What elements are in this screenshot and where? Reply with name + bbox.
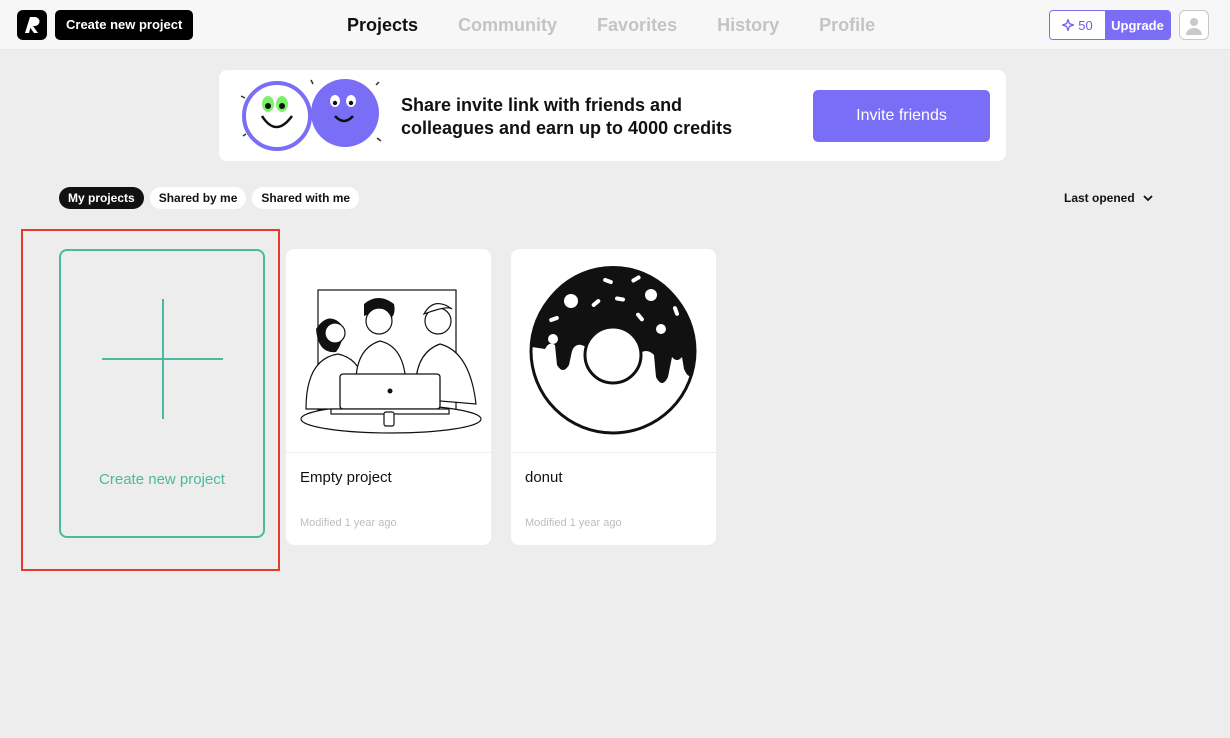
project-card[interactable]: donut Modified 1 year ago bbox=[511, 249, 716, 545]
project-modified: Modified 1 year ago bbox=[525, 517, 622, 529]
filter-shared-by-me[interactable]: Shared by me bbox=[149, 187, 247, 209]
nav-community[interactable]: Community bbox=[458, 14, 557, 36]
nav-projects[interactable]: Projects bbox=[347, 14, 418, 36]
logo-icon bbox=[25, 17, 40, 33]
invite-message: Share invite link with friends and colle… bbox=[401, 94, 732, 140]
invite-friends-button[interactable]: Invite friends bbox=[813, 90, 990, 142]
credit-value: 50 bbox=[1078, 17, 1093, 33]
create-new-project-label: Create new project bbox=[99, 471, 225, 488]
nav-profile[interactable]: Profile bbox=[819, 14, 875, 36]
credits-widget: 50 Upgrade bbox=[1049, 10, 1171, 40]
create-new-project-card[interactable]: Create new project bbox=[59, 249, 265, 538]
project-modified: Modified 1 year ago bbox=[300, 517, 397, 529]
project-thumbnail bbox=[511, 249, 716, 453]
app-logo[interactable] bbox=[17, 10, 47, 40]
project-title: Empty project bbox=[300, 469, 392, 486]
invite-banner: Share invite link with friends and colle… bbox=[219, 70, 1006, 161]
invite-message-line1: Share invite link with friends and bbox=[401, 95, 683, 115]
create-project-button[interactable]: Create new project bbox=[55, 10, 194, 40]
project-title: donut bbox=[525, 469, 563, 486]
sparkle-icon bbox=[1062, 19, 1075, 31]
nav-favorites[interactable]: Favorites bbox=[597, 14, 677, 36]
donut-illustration bbox=[529, 266, 697, 435]
filter-shared-with-me[interactable]: Shared with me bbox=[252, 187, 360, 209]
project-filters: My projects Shared by me Shared with me bbox=[59, 187, 360, 209]
credit-count[interactable]: 50 bbox=[1050, 11, 1105, 39]
project-thumbnail bbox=[286, 249, 491, 453]
people-at-laptop-illustration bbox=[300, 289, 482, 434]
sort-dropdown[interactable]: Last opened bbox=[1064, 188, 1153, 208]
plus-icon bbox=[102, 299, 223, 419]
smiley-faces-icon bbox=[240, 79, 382, 151]
filter-my-projects[interactable]: My projects bbox=[59, 187, 144, 209]
invite-message-line2: colleagues and earn up to 4000 credits bbox=[401, 118, 733, 138]
main-nav: Projects Community Favorites History Pro… bbox=[347, 14, 875, 36]
upgrade-button[interactable]: Upgrade bbox=[1105, 11, 1170, 39]
chevron-down-icon bbox=[1143, 194, 1153, 201]
top-bar: Create new project Projects Community Fa… bbox=[0, 0, 1230, 50]
nav-history[interactable]: History bbox=[717, 14, 779, 36]
sort-label: Last opened bbox=[1064, 191, 1135, 205]
project-card[interactable]: Empty project Modified 1 year ago bbox=[286, 249, 491, 545]
avatar[interactable] bbox=[1179, 10, 1209, 40]
user-icon bbox=[1186, 18, 1202, 35]
